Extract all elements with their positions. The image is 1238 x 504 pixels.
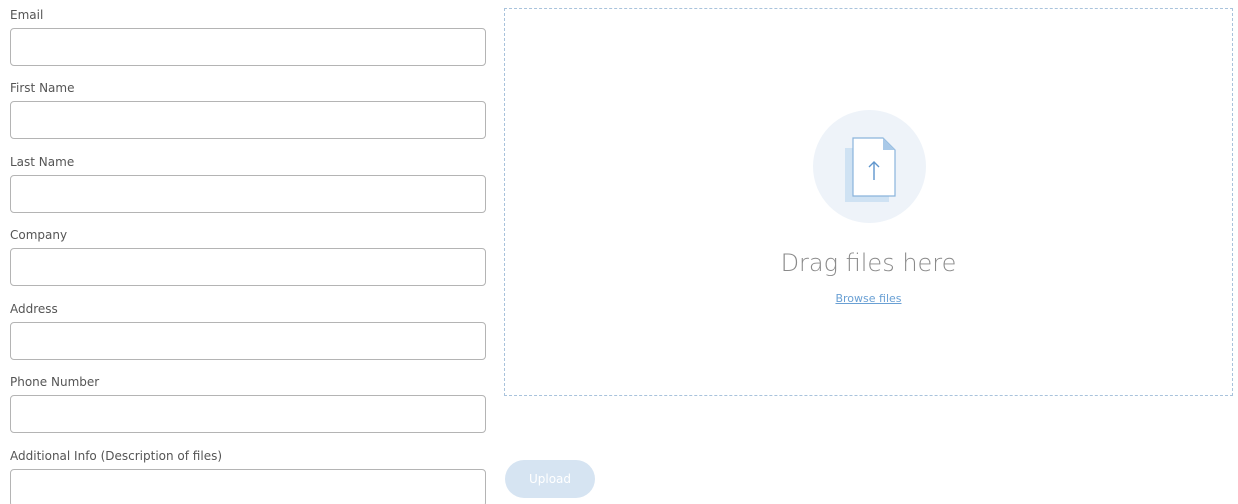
last-name-label: Last Name: [10, 155, 75, 169]
company-input[interactable]: [10, 248, 486, 286]
last-name-input[interactable]: [10, 175, 486, 213]
file-upload-icon: [845, 137, 896, 202]
browse-files-link[interactable]: Browse files: [835, 292, 901, 305]
email-input[interactable]: [10, 28, 486, 66]
first-name-label: First Name: [10, 81, 75, 95]
phone-number-label: Phone Number: [10, 375, 100, 389]
company-label: Company: [10, 228, 68, 242]
dropzone-title: Drag files here: [780, 249, 957, 277]
phone-number-input[interactable]: [10, 395, 486, 433]
address-label: Address: [10, 302, 58, 316]
browse-files-wrapper: Browse files: [505, 292, 1232, 305]
additional-info-label: Additional Info (Description of files): [10, 449, 223, 463]
upload-button[interactable]: Upload: [505, 460, 595, 498]
address-input[interactable]: [10, 322, 486, 360]
email-label: Email: [10, 8, 44, 22]
additional-info-input[interactable]: [10, 469, 486, 504]
upload-page: Email First Name Last Name Company Addre…: [0, 0, 1238, 504]
file-dropzone[interactable]: Drag files here Browse files: [504, 8, 1233, 396]
first-name-input[interactable]: [10, 101, 486, 139]
